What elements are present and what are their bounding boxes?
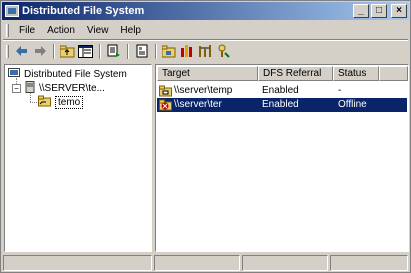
- forward-icon[interactable]: [31, 43, 48, 60]
- tree-child-label: temo: [55, 95, 84, 109]
- status-bar: [3, 255, 408, 271]
- tree-line: [30, 102, 37, 103]
- tree-root[interactable]: Distributed File System: [8, 67, 127, 81]
- menu-help[interactable]: Help: [114, 25, 147, 36]
- toolbar-separator: [155, 43, 157, 59]
- window-title: Distributed File System: [22, 5, 145, 17]
- status-pane-2: [154, 255, 240, 271]
- dfs-root-icon: [8, 67, 21, 81]
- show-hide-tree-icon[interactable]: [77, 43, 94, 60]
- tree-pane[interactable]: Distributed File System − \\SERVER\te...…: [4, 64, 152, 252]
- toolbar-separator: [53, 43, 55, 59]
- check-status-icon[interactable]: [215, 43, 232, 60]
- row-referral: Enabled: [262, 85, 299, 96]
- folder-error-icon: [159, 99, 173, 114]
- toolbar-separator: [99, 43, 101, 59]
- minimize-button[interactable]: _: [353, 4, 369, 18]
- title-bar[interactable]: Distributed File System _ □ ×: [2, 2, 409, 20]
- menu-file[interactable]: File: [13, 25, 41, 36]
- maximize-button[interactable]: □: [371, 4, 387, 18]
- new-link-icon[interactable]: [179, 43, 196, 60]
- status-pane-3: [242, 255, 328, 271]
- row-target: \\server\temp: [174, 85, 233, 96]
- toolbar-grip: [6, 44, 9, 58]
- menu-action[interactable]: Action: [41, 25, 81, 36]
- column-header-dfs-referral[interactable]: DFS Referral: [258, 66, 333, 81]
- row-referral: Enabled: [262, 99, 299, 110]
- column-header-target[interactable]: Target: [157, 66, 258, 81]
- column-header-filler: [379, 66, 408, 81]
- replication-icon[interactable]: [197, 43, 214, 60]
- menu-view[interactable]: View: [81, 25, 115, 36]
- toolbar-separator: [127, 43, 129, 59]
- tree-server[interactable]: − \\SERVER\te...: [12, 80, 105, 96]
- properties-icon[interactable]: [133, 43, 150, 60]
- close-button[interactable]: ×: [391, 4, 407, 18]
- tree-child[interactable]: temo: [38, 95, 84, 110]
- dfs-app-icon: [5, 5, 19, 17]
- row-status: -: [338, 85, 342, 96]
- row-status: Offline: [338, 99, 367, 110]
- table-row-selected[interactable]: \\server\ter Enabled Offline: [157, 98, 407, 112]
- toolbar: [3, 41, 408, 61]
- column-header-status[interactable]: Status: [333, 66, 379, 81]
- tree-server-label: \\SERVER\te...: [39, 82, 105, 94]
- row-target: \\server\ter: [174, 99, 222, 110]
- up-folder-icon[interactable]: [59, 43, 76, 60]
- target-list[interactable]: Target DFS Referral Status \\server\temp…: [155, 64, 409, 252]
- dfs-link-icon: [38, 95, 52, 110]
- menu-grip: [6, 24, 9, 37]
- export-list-icon[interactable]: [105, 43, 122, 60]
- collapse-icon[interactable]: −: [12, 83, 21, 93]
- menu-bar: File Action View Help: [3, 22, 408, 39]
- status-pane-4: [330, 255, 408, 271]
- new-root-icon[interactable]: [161, 43, 178, 60]
- server-icon: [24, 80, 36, 96]
- back-icon[interactable]: [13, 43, 30, 60]
- dfs-window: Distributed File System _ □ × File Actio…: [0, 0, 411, 273]
- status-pane-1: [3, 255, 152, 271]
- table-row[interactable]: \\server\temp Enabled -: [157, 84, 407, 98]
- tree-root-label: Distributed File System: [24, 68, 127, 80]
